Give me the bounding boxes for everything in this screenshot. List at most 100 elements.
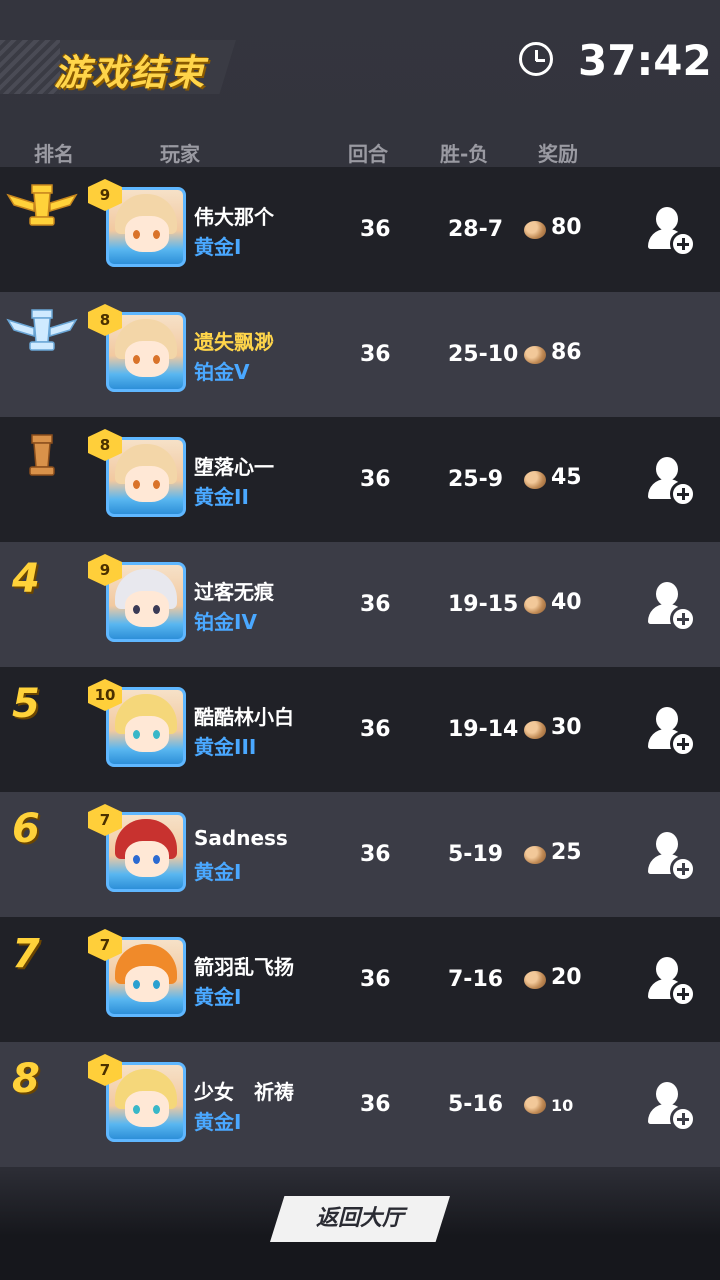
add-friend-icon[interactable] — [646, 582, 696, 632]
player-tier: 铂金IV — [194, 610, 257, 634]
player-row-6: 6 7 Sadness 黄金I 36 5-19 25 — [0, 792, 720, 917]
reward-value: 25 — [551, 840, 582, 865]
add-friend-head — [656, 832, 678, 856]
avatar-face — [125, 1091, 169, 1127]
reward-value: 30 — [551, 715, 582, 740]
player-name: 伟大那个 — [194, 205, 274, 229]
avatar-face — [125, 966, 169, 1002]
player-row-1: 9 伟大那个 黄金I 36 28-7 80 — [0, 167, 720, 292]
rounds-value: 36 — [360, 217, 391, 242]
win-loss-value: 25-10 — [448, 342, 519, 367]
player-row-3: 8 堕落心一 黄金II 36 25-9 45 — [0, 417, 720, 542]
player-name: 少女 祈祷 — [194, 1080, 294, 1104]
coin-icon — [524, 971, 546, 989]
column-header-record: 胜-负 — [440, 142, 489, 166]
win-loss-value: 28-7 — [448, 217, 504, 242]
plus-icon — [670, 1106, 696, 1132]
clock-icon — [519, 42, 553, 76]
plus-icon — [670, 856, 696, 882]
avatar-face — [125, 466, 169, 502]
win-loss-value: 5-19 — [448, 842, 504, 867]
avatar-eye-right — [153, 355, 160, 364]
player-name: 堕落心一 — [194, 455, 274, 479]
add-friend-icon[interactable] — [646, 1082, 696, 1132]
coin-icon — [524, 846, 546, 864]
rounds-value: 36 — [360, 342, 391, 367]
gold-rook-medal-icon — [6, 184, 78, 226]
coin-icon — [524, 721, 546, 739]
add-friend-head — [656, 582, 678, 606]
add-friend-icon[interactable] — [646, 207, 696, 257]
coin-icon — [524, 471, 546, 489]
player-tier: 黄金I — [194, 235, 242, 259]
win-loss-value: 7-16 — [448, 967, 504, 992]
column-header-player: 玩家 — [160, 142, 200, 166]
silver-rook-medal-icon — [6, 309, 78, 351]
win-loss-value: 25-9 — [448, 467, 504, 492]
win-loss-value: 5-16 — [448, 1092, 504, 1117]
win-loss-value: 19-14 — [448, 717, 519, 742]
player-name: 遗失飘渺 — [194, 330, 274, 354]
column-header-reward: 奖励 — [538, 142, 578, 166]
coin-icon — [524, 1096, 546, 1114]
avatar-eye-right — [153, 1105, 160, 1114]
rounds-value: 36 — [360, 717, 391, 742]
rank-number: 6 — [12, 806, 40, 852]
reward-value: 80 — [551, 215, 582, 240]
page-title: 游戏结束 — [54, 53, 207, 94]
rank-number: 8 — [12, 1056, 40, 1102]
avatar-eye-right — [153, 230, 160, 239]
player-row-4: 4 9 过客无痕 铂金IV 36 19-15 40 — [0, 542, 720, 667]
rounds-value: 36 — [360, 592, 391, 617]
rounds-value: 36 — [360, 1092, 391, 1117]
avatar-face — [125, 716, 169, 752]
title-stripes — [0, 40, 60, 94]
reward-value: 86 — [551, 340, 582, 365]
reward-value: 20 — [551, 965, 582, 990]
reward-value: 10 — [551, 1096, 574, 1115]
avatar-face — [125, 591, 169, 627]
coin-icon — [524, 346, 546, 364]
plus-icon — [670, 231, 696, 257]
add-friend-head — [656, 207, 678, 231]
rounds-value: 36 — [360, 467, 391, 492]
plus-icon — [670, 981, 696, 1007]
game-timer: 37:42 — [578, 36, 712, 85]
win-loss-value: 19-15 — [448, 592, 519, 617]
avatar-eye-left — [133, 980, 140, 989]
player-name: 箭羽乱飞扬 — [194, 955, 294, 979]
avatar-eye-left — [133, 230, 140, 239]
add-friend-head — [656, 457, 678, 481]
rank-number: 5 — [12, 681, 40, 727]
avatar-eye-right — [153, 980, 160, 989]
add-friend-icon[interactable] — [646, 832, 696, 882]
plus-icon — [670, 481, 696, 507]
rounds-value: 36 — [360, 967, 391, 992]
avatar-face — [125, 216, 169, 252]
player-tier: 黄金III — [194, 735, 257, 759]
avatar-eye-left — [133, 1105, 140, 1114]
rank-number: 4 — [12, 556, 40, 602]
add-friend-icon[interactable] — [646, 957, 696, 1007]
avatar-eye-left — [133, 605, 140, 614]
player-tier: 黄金II — [194, 485, 249, 509]
avatar-eye-right — [153, 855, 160, 864]
add-friend-icon[interactable] — [646, 707, 696, 757]
back-to-lobby-button[interactable]: 返回大厅 — [270, 1196, 450, 1242]
reward-value: 40 — [551, 590, 582, 615]
reward-value: 45 — [551, 465, 582, 490]
column-header-rounds: 回合 — [348, 142, 388, 166]
add-friend-head — [656, 1082, 678, 1106]
player-tier: 黄金I — [194, 860, 242, 884]
avatar-eye-right — [153, 730, 160, 739]
avatar-face — [125, 841, 169, 877]
avatar-eye-right — [153, 480, 160, 489]
avatar-eye-left — [133, 480, 140, 489]
player-row-8: 8 7 少女 祈祷 黄金I 36 5-16 10 — [0, 1042, 720, 1167]
player-row-2: 8 遗失飘渺 铂金V 36 25-10 86 — [0, 292, 720, 417]
player-name: 过客无痕 — [194, 580, 274, 604]
player-name: 酷酷林小白 — [194, 705, 294, 729]
player-tier: 铂金V — [194, 360, 250, 384]
avatar-eye-left — [133, 730, 140, 739]
add-friend-icon[interactable] — [646, 457, 696, 507]
